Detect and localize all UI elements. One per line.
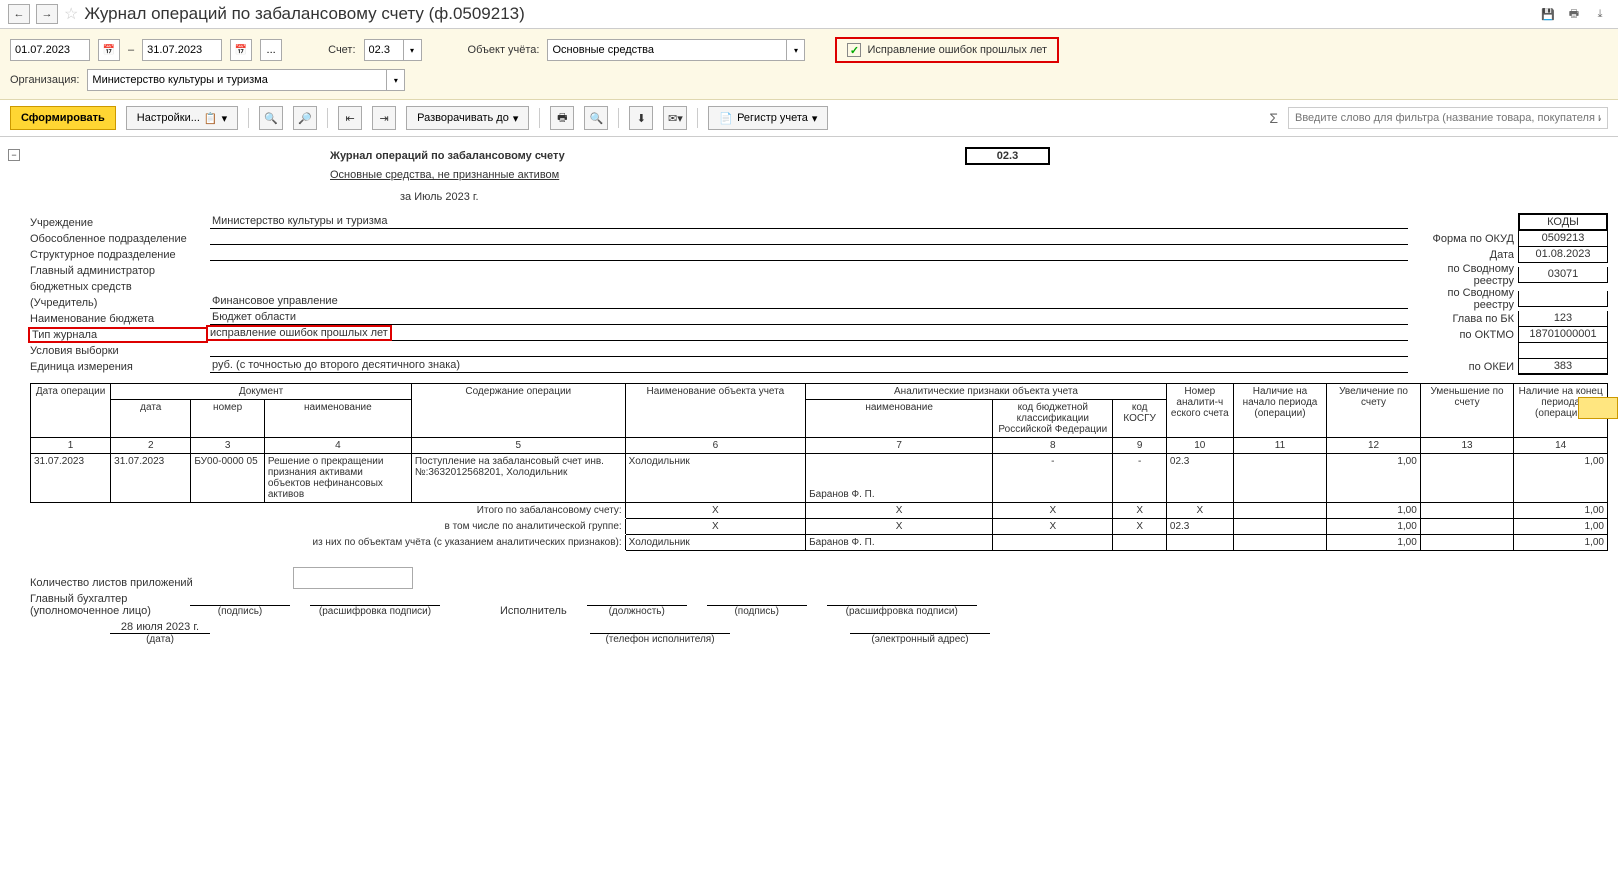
meta-jtype-val: исправление ошибок прошлых лет bbox=[206, 325, 392, 341]
object-dropdown-button[interactable]: ▾ bbox=[787, 39, 805, 61]
export-icon[interactable]: ⤓ bbox=[1590, 4, 1610, 24]
footer-date: 28 июля 2023 г. bbox=[110, 621, 210, 634]
find-icon[interactable]: 🔍 bbox=[259, 106, 283, 130]
date-from-cal-icon[interactable]: 📅 bbox=[98, 39, 120, 61]
code-okei: 383 bbox=[1518, 359, 1608, 375]
paste-icon: 📋 bbox=[204, 112, 218, 125]
page-title: Журнал операций по забалансовому счету (… bbox=[84, 4, 524, 24]
meta-budget-val: Бюджет области bbox=[210, 311, 1408, 325]
account-input[interactable] bbox=[364, 39, 404, 61]
account-label: Счет: bbox=[328, 44, 355, 56]
code-blank bbox=[1518, 343, 1608, 359]
nav-forward-button[interactable]: → bbox=[36, 4, 58, 24]
find-clear-icon[interactable]: 🔎 bbox=[293, 106, 317, 130]
org-input[interactable] bbox=[87, 69, 387, 91]
date-to-input[interactable] bbox=[142, 39, 222, 61]
codes-header: КОДЫ bbox=[1518, 213, 1608, 231]
org-dropdown-button[interactable]: ▾ bbox=[387, 69, 405, 91]
expand-to-button[interactable]: Разворачивать до ▾ bbox=[406, 106, 529, 130]
titlebar: ← → ☆ Журнал операций по забалансовому с… bbox=[0, 0, 1618, 29]
sheets-input[interactable] bbox=[293, 567, 413, 589]
errors-checkbox-wrap: ✓ Исправление ошибок прошлых лет bbox=[835, 37, 1059, 63]
meta-sep-label: Обособленное подразделение bbox=[30, 233, 210, 245]
meta-admin-val: Финансовое управление bbox=[210, 295, 1408, 309]
nav-back-button[interactable]: ← bbox=[8, 4, 30, 24]
meta-inst-label: Учреждение bbox=[30, 217, 210, 229]
errors-checkbox-label: Исправление ошибок прошлых лет bbox=[867, 44, 1047, 56]
collapse-toggle[interactable]: − bbox=[8, 149, 20, 161]
settings-button[interactable]: Настройки... 📋▾ bbox=[126, 106, 238, 130]
filter-panel: 📅 – 📅 ... Счет: ▾ Объект учёта: ▾ ✓ Испр… bbox=[0, 29, 1618, 100]
meta-jtype-label: Тип журнала bbox=[28, 327, 208, 343]
object-label: Объект учёта: bbox=[468, 44, 540, 56]
register-button[interactable]: 📄 Регистр учета ▾ bbox=[708, 106, 828, 130]
total-row: в том числе по аналитической группе: ХХХ… bbox=[31, 519, 1608, 535]
preview-icon[interactable]: 🔍 bbox=[584, 106, 608, 130]
org-label: Организация: bbox=[10, 74, 79, 86]
form-button[interactable]: Сформировать bbox=[10, 106, 116, 130]
sum-icon[interactable]: Σ bbox=[1269, 110, 1278, 126]
meta-inst-val: Министерство культуры и туризма bbox=[210, 215, 1408, 229]
date-to-cal-icon[interactable]: 📅 bbox=[230, 39, 252, 61]
code-svod1: 03071 bbox=[1518, 267, 1608, 283]
print-button-icon[interactable]: 🖶 bbox=[550, 106, 574, 130]
save-file-icon[interactable]: ⬇ bbox=[629, 106, 653, 130]
code-svod2 bbox=[1518, 291, 1608, 307]
report-period: за Июль 2023 г. bbox=[400, 191, 1608, 203]
date-from-input[interactable] bbox=[10, 39, 90, 61]
collapse-icon[interactable]: ⇤ bbox=[338, 106, 362, 130]
errors-checkbox[interactable]: ✓ bbox=[847, 43, 861, 57]
report-subtitle-link[interactable]: Основные средства, не признанные активом bbox=[330, 169, 559, 181]
expand-icon[interactable]: ⇥ bbox=[372, 106, 396, 130]
object-input[interactable] bbox=[547, 39, 787, 61]
report-body: − Журнал операций по забалансовому счету… bbox=[0, 137, 1618, 659]
total-row: из них по объектам учёта (с указанием ан… bbox=[31, 535, 1608, 551]
report-table: Дата операции Документ Содержание операц… bbox=[30, 383, 1608, 551]
save-icon[interactable]: 💾 bbox=[1538, 4, 1558, 24]
code-okud: 0509213 bbox=[1518, 231, 1608, 247]
total-row: Итого по забалансовому счету: ХХХХХ 1,00… bbox=[31, 503, 1608, 519]
email-icon[interactable]: ✉▾ bbox=[663, 106, 687, 130]
report-title: Журнал операций по забалансовому счету bbox=[330, 150, 565, 162]
meta-struct-label: Структурное подразделение bbox=[30, 249, 210, 261]
code-date: 01.08.2023 bbox=[1518, 247, 1608, 263]
code-glava: 123 bbox=[1518, 311, 1608, 327]
date-dash: – bbox=[128, 44, 134, 56]
print-icon[interactable]: 🖶 bbox=[1564, 4, 1584, 24]
sheets-label: Количество листов приложений bbox=[30, 577, 193, 589]
report-footer: Количество листов приложений Главный бух… bbox=[30, 567, 1608, 645]
code-oktmo: 18701000001 bbox=[1518, 327, 1608, 343]
period-picker-button[interactable]: ... bbox=[260, 39, 282, 61]
toolbar: Сформировать Настройки... 📋▾ 🔍 🔎 ⇤ ⇥ Раз… bbox=[0, 100, 1618, 137]
account-dropdown-button[interactable]: ▾ bbox=[404, 39, 422, 61]
table-row[interactable]: 31.07.2023 31.07.2023 БУ00-0000 05 Решен… bbox=[31, 454, 1608, 503]
scroll-tab[interactable] bbox=[1578, 397, 1618, 419]
quick-filter-input[interactable] bbox=[1288, 107, 1608, 129]
report-account-code: 02.3 bbox=[965, 147, 1050, 165]
meta-unit-val: руб. (с точностью до второго десятичного… bbox=[210, 359, 1408, 373]
favorite-icon[interactable]: ☆ bbox=[64, 4, 78, 24]
